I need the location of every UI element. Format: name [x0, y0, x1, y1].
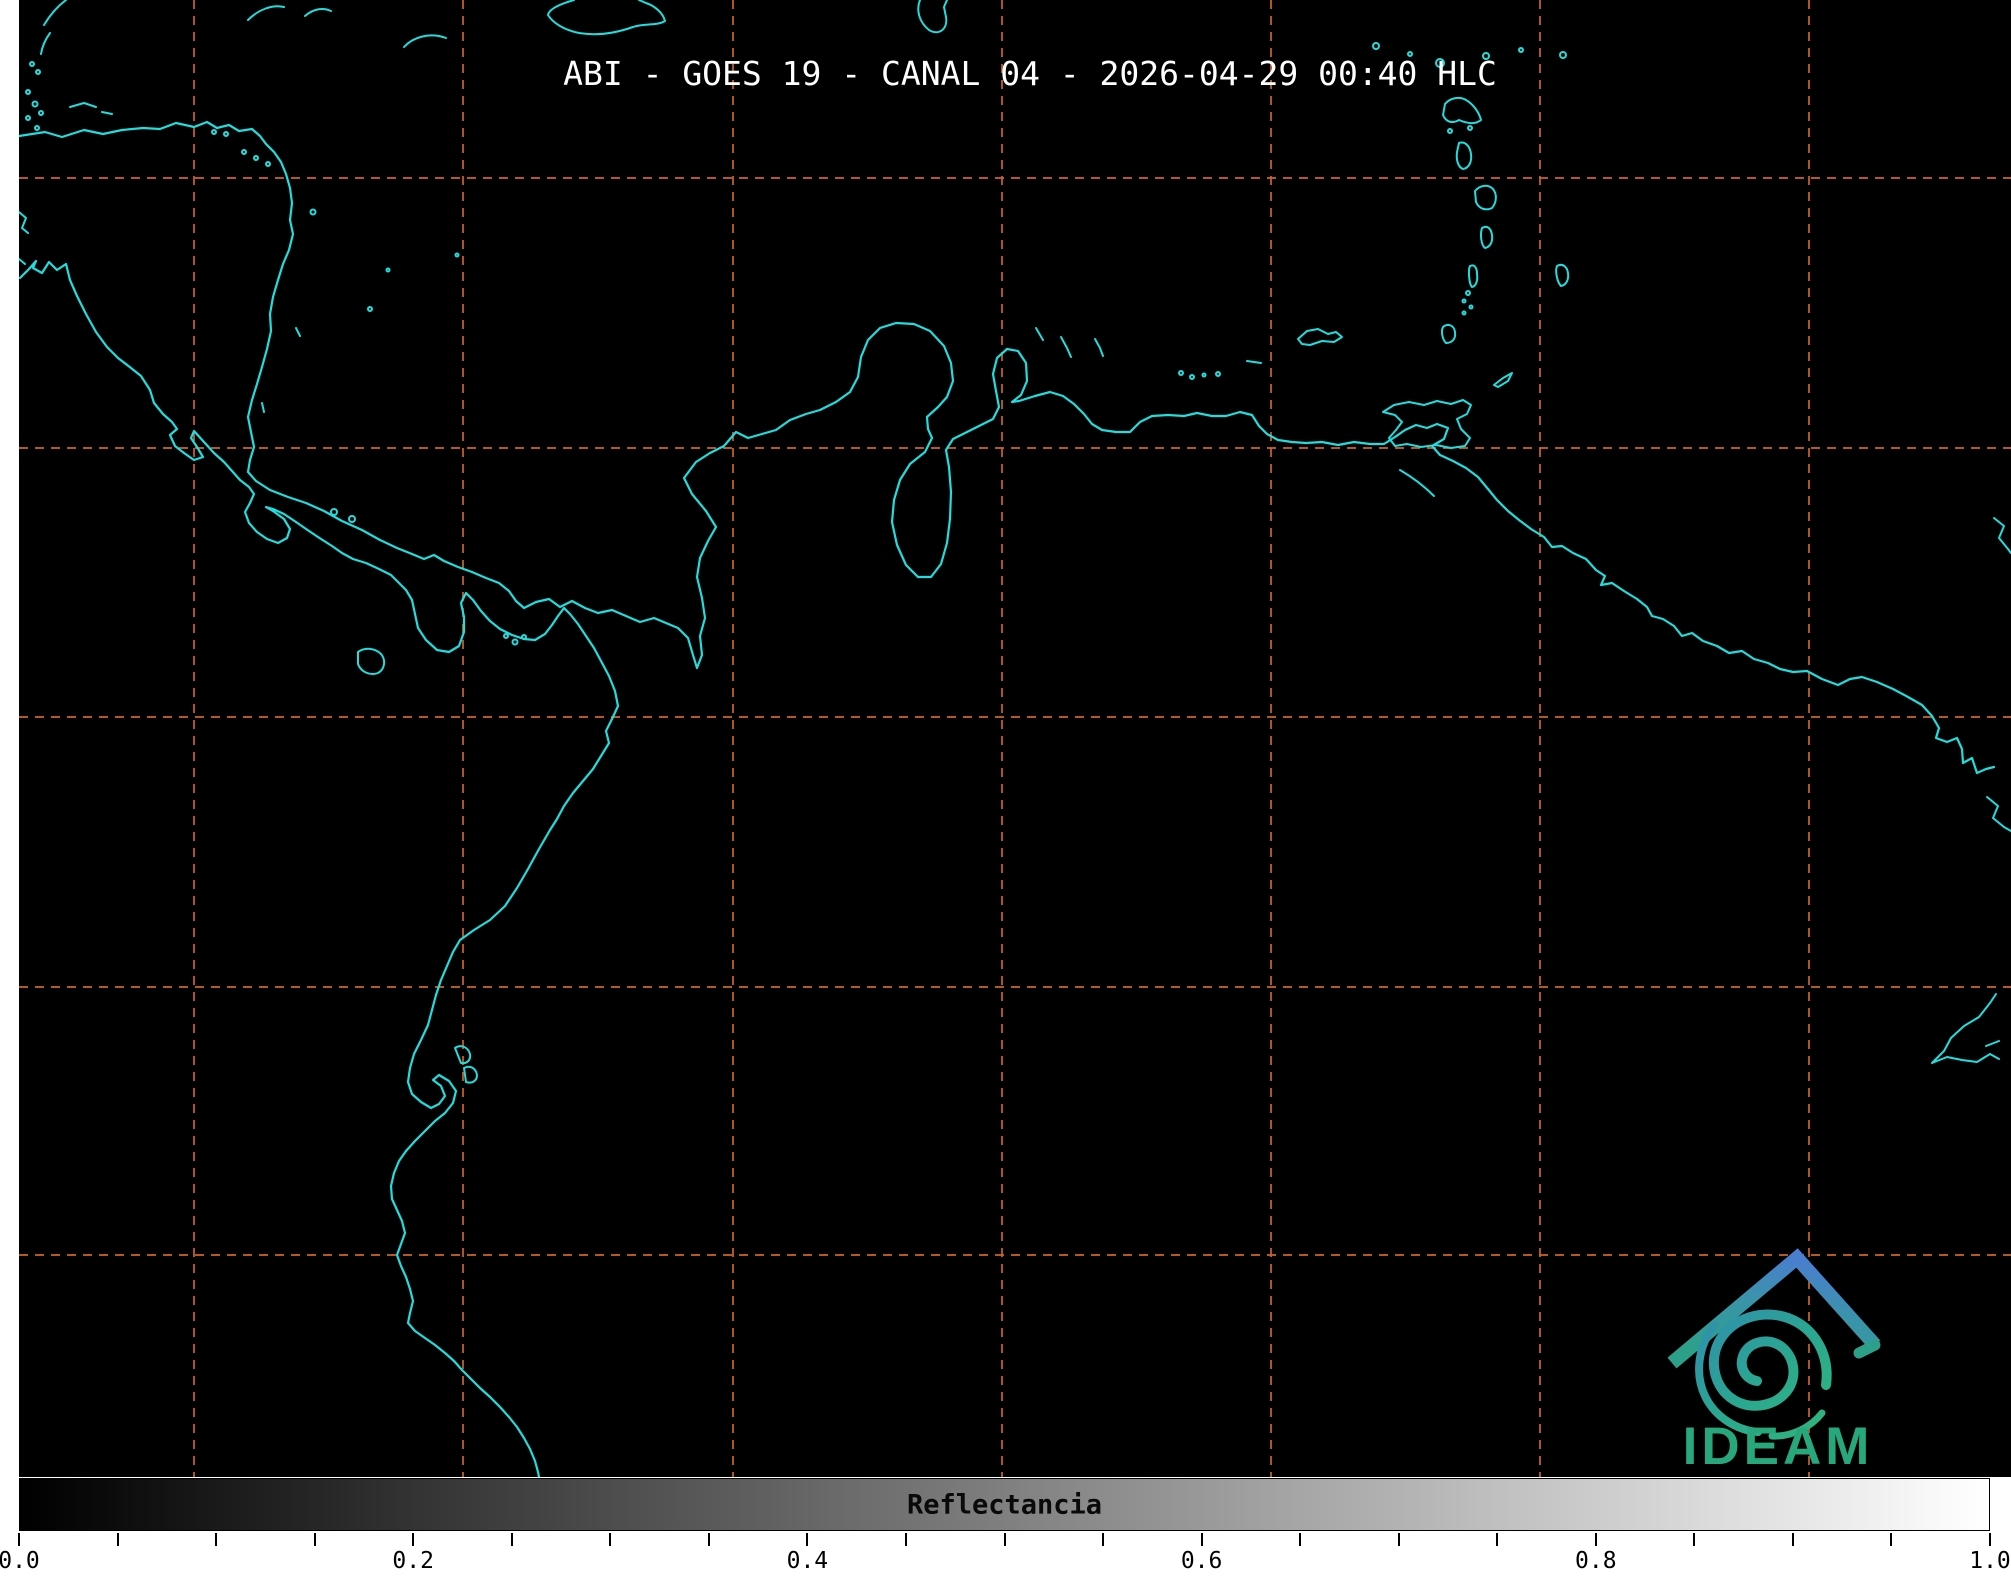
colorbar-label: Reflectancia: [906, 1489, 1103, 1520]
colorbar-tick: [412, 1533, 415, 1546]
colorbar-tick: [1102, 1533, 1105, 1546]
ideam-logo: IDEAM: [1667, 1248, 1881, 1476]
colorbar-tick-label: 1.0: [1969, 1548, 2011, 1574]
colorbar-tick: [215, 1533, 218, 1546]
colorbar-tick-label: 0.2: [392, 1548, 434, 1574]
colorbar-tick: [904, 1533, 907, 1546]
colorbar-tick: [1594, 1533, 1597, 1546]
colorbar-tick: [510, 1533, 513, 1546]
colorbar-tick: [1299, 1533, 1302, 1546]
colorbar-tick: [707, 1533, 710, 1546]
map-title: ABI - GOES 19 - CANAL 04 - 2026-04-29 00…: [563, 54, 1497, 93]
colorbar-tick: [18, 1533, 20, 1546]
colorbar-tick-label: 0.8: [1575, 1548, 1617, 1574]
colorbar-tick: [1791, 1533, 1794, 1546]
colorbar-tick: [1397, 1533, 1400, 1546]
colorbar-tick: [1200, 1533, 1203, 1546]
colorbar-tick: [609, 1533, 612, 1546]
colorbar-tick: [1890, 1533, 1893, 1546]
colorbar-tick: [1003, 1533, 1006, 1546]
colorbar-tick-label: 0.0: [0, 1548, 40, 1574]
satellite-image-figure: ABI - GOES 19 - CANAL 04 - 2026-04-29 00…: [0, 0, 2011, 1577]
colorbar-tick: [806, 1533, 809, 1546]
colorbar-tick: [1693, 1533, 1696, 1546]
colorbar-tick-label: 0.6: [1180, 1548, 1223, 1574]
colorbar-tick-label: 0.4: [786, 1548, 829, 1574]
colorbar-tick: [116, 1533, 119, 1546]
colorbar: Reflectancia: [19, 1478, 1990, 1531]
colorbar-tick: [313, 1533, 316, 1546]
colorbar-tick: [1496, 1533, 1499, 1546]
logo-wordmark: IDEAM: [1683, 1417, 1874, 1476]
colorbar-tick: [1989, 1533, 1991, 1546]
